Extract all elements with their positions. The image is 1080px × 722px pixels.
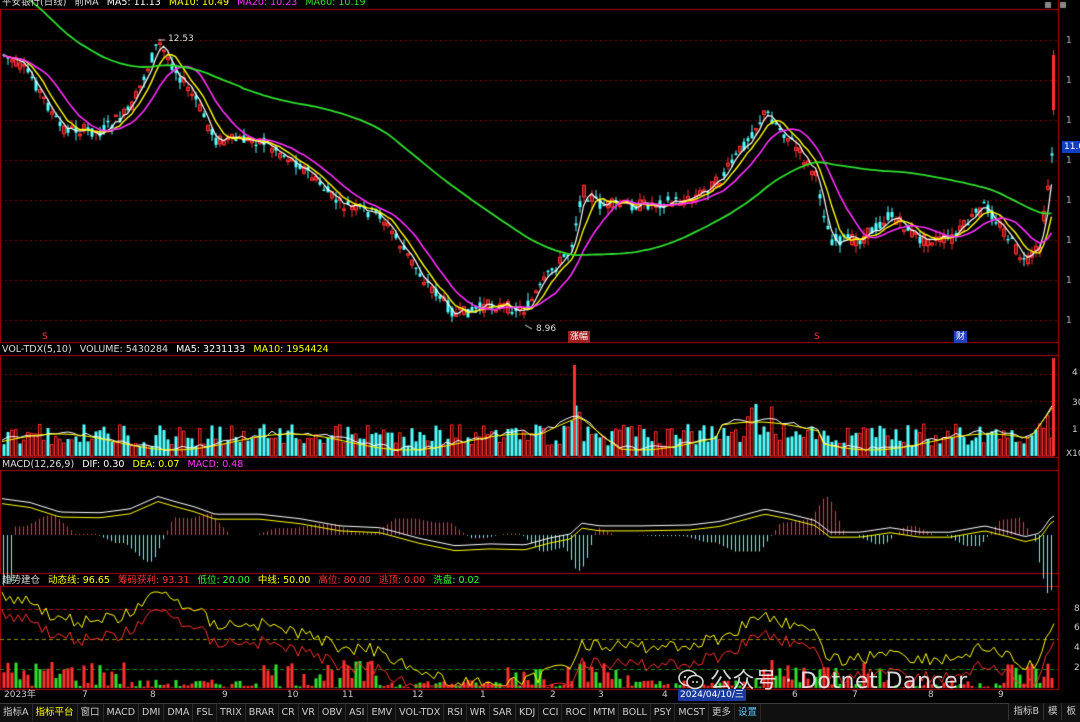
volume-axis-2: 30 xyxy=(1072,398,1080,408)
macd-value: MACD: 0.48 xyxy=(187,459,244,470)
watermark: 公众号 · Dotnet Dancer xyxy=(678,663,968,695)
tab-21[interactable]: MTM xyxy=(590,704,620,721)
tab-template[interactable]: 模 xyxy=(1042,703,1062,720)
indicator-mid: 中线: 50.00 xyxy=(257,575,311,586)
indicator-tab-bar: 指标A 指标平台 窗口 MACD DMI DMA FSL TRIX BRAR CR VR OBV ASI… xyxy=(0,703,1080,722)
time-label: 2023年 xyxy=(4,690,36,700)
tab-15[interactable]: RSI xyxy=(444,704,467,721)
ma20-value: MA20: 10.23 xyxy=(237,0,298,8)
macd-dif: DIF: 0.30 xyxy=(82,459,125,470)
time-label: 10 xyxy=(287,690,299,700)
indicator-axis-3: 4 xyxy=(1074,643,1080,653)
high-price-label: 12.53 xyxy=(168,34,194,44)
volume-axis-4: X10 xyxy=(1066,449,1080,459)
tab-2[interactable]: 窗口 xyxy=(78,704,104,721)
indicator-chip: 筹码获利: 93.31 xyxy=(118,575,190,586)
tab-board[interactable]: 板 xyxy=(1061,703,1080,720)
time-label: 11 xyxy=(342,690,354,700)
tab-0[interactable]: 指标A xyxy=(0,704,33,721)
ma10-value: MA10: 10.49 xyxy=(168,0,230,8)
indicator-axis-1: 8 xyxy=(1074,604,1080,614)
tab-13[interactable]: EMV xyxy=(368,704,397,721)
wechat-icon xyxy=(678,669,704,690)
watermark-text: 公众号 · Dotnet Dancer xyxy=(710,669,968,694)
time-label: 9 xyxy=(222,690,228,700)
tab-7[interactable]: TRIX xyxy=(217,704,246,721)
tab-19[interactable]: CCI xyxy=(539,704,563,721)
time-label: 9 xyxy=(998,690,1004,700)
tab-24[interactable]: MCST xyxy=(675,704,710,721)
tab-10[interactable]: VR xyxy=(299,704,319,721)
indicator-wash: 洗盘: 0.02 xyxy=(433,575,480,586)
volume-ma5: MA5: 3231133 xyxy=(176,344,246,355)
event-mark-4[interactable]: 财 xyxy=(954,331,968,343)
indicator-low: 低位: 20.00 xyxy=(197,575,250,586)
volume-axis-3: 1 xyxy=(1072,425,1078,435)
tab-8[interactable]: BRAR xyxy=(246,704,279,721)
macd-dea: DEA: 0.07 xyxy=(132,459,180,470)
indicator-title: 趋势建仓 xyxy=(2,575,41,586)
volume-pane-header: VOL-TDX(5,10) VOLUME: 5430284 MA5: 32311… xyxy=(2,344,334,356)
right-tab-bar: 指标B 模板 xyxy=(1008,703,1080,722)
tab-20[interactable]: ROC xyxy=(562,704,591,721)
ma60-value: MA60: 10.19 xyxy=(305,0,366,8)
time-label: 2 xyxy=(550,690,556,700)
event-mark-2[interactable]: 涨幅 xyxy=(568,331,591,343)
time-label: 12 xyxy=(412,690,424,700)
volume-title: VOL-TDX(5,10) xyxy=(2,344,72,355)
indicator-pane-header: 趋势建仓 动态线: 96.65 筹码获利: 93.31 低位: 20.00 中线… xyxy=(2,575,485,587)
tab-18[interactable]: KDJ xyxy=(516,704,540,721)
last-price-tag: 11.0 xyxy=(1062,141,1080,153)
stock-title: 平安银行(日线) xyxy=(2,0,67,8)
time-label: 7 xyxy=(82,690,88,700)
volume-value: VOLUME: 5430284 xyxy=(79,344,169,355)
time-label: 1 xyxy=(480,690,486,700)
low-price-label: 8.96 xyxy=(536,324,557,334)
tab-11[interactable]: OBV xyxy=(319,704,347,721)
tab-16[interactable]: WR xyxy=(467,704,490,721)
tab-3[interactable]: MACD xyxy=(104,704,140,721)
event-mark-1[interactable]: S xyxy=(40,331,50,343)
event-mark-3[interactable]: S xyxy=(812,331,822,343)
time-label: 3 xyxy=(598,690,604,700)
volume-axis-1: 4 xyxy=(1072,368,1078,378)
tab-26[interactable]: 设置 xyxy=(735,704,762,721)
price-pane-header: 平安银行(日线) 前MA MA5: 11.13 MA10: 10.49 MA20… xyxy=(2,0,371,9)
ma5-value: MA5: 11.13 xyxy=(106,0,161,8)
indicator-escape: 逃顶: 0.00 xyxy=(378,575,426,586)
tab-1[interactable]: 指标平台 xyxy=(33,704,78,721)
tab-17[interactable]: SAR xyxy=(490,704,517,721)
tab-6[interactable]: FSL xyxy=(193,704,217,721)
tab-23[interactable]: PSY xyxy=(651,704,676,721)
macd-pane-header: MACD(12,26,9) DIF: 0.30 DEA: 0.07 MACD: … xyxy=(2,459,248,471)
time-label: 8 xyxy=(150,690,156,700)
tab-22[interactable]: BOLL xyxy=(619,704,651,721)
indicator-axis-4: 2 xyxy=(1074,663,1080,673)
kline-chart-canvas[interactable] xyxy=(0,0,1080,722)
indicator-dynamic: 动态线: 96.65 xyxy=(48,575,110,586)
ma-caption: 前MA xyxy=(74,0,99,8)
tab-9[interactable]: CR xyxy=(279,704,299,721)
tab-indicator-b[interactable]: 指标B xyxy=(1008,703,1043,720)
macd-title: MACD(12,26,9) xyxy=(2,459,75,470)
tab-5[interactable]: DMA xyxy=(164,704,194,721)
time-label: 4 xyxy=(662,690,668,700)
tab-12[interactable]: ASI xyxy=(346,704,369,721)
volume-ma10: MA10: 1954424 xyxy=(253,344,329,355)
tab-25[interactable]: 更多 xyxy=(709,704,736,721)
indicator-high: 高位: 80.00 xyxy=(318,575,371,586)
tab-4[interactable]: DMI xyxy=(139,704,165,721)
indicator-axis-2: 6 xyxy=(1074,623,1080,633)
tab-14[interactable]: VOL-TDX xyxy=(396,704,445,721)
